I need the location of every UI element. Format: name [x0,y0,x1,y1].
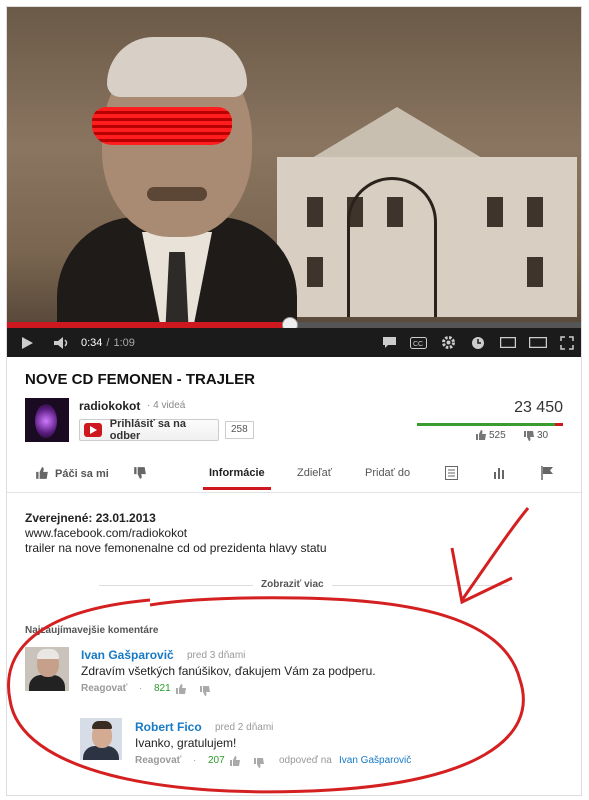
play-icon[interactable] [7,336,47,350]
description-link[interactable]: www.facebook.com/radiokokot [25,526,327,541]
avatar[interactable] [25,647,69,691]
statistics-icon[interactable] [493,466,506,482]
man-with-red-shutter-glasses-image [47,27,307,357]
like-ratio-bar [417,423,563,426]
subscribe-label: Prihlásiť sa na odber [109,418,186,442]
published-date: Zverejnené: 23.01.2013 [25,511,156,525]
channel-name[interactable]: radiokokot [79,399,140,413]
iron-gate-image [347,177,437,317]
video-title: NOVE CD FEMONEN - TRAJLER [25,371,256,388]
comment-time[interactable]: pred 2 dňami [215,722,273,733]
tab-add-to[interactable]: Pridať do [365,467,410,479]
in-reply-to-link[interactable]: Ivan Gašparovič [339,755,411,766]
in-reply-prefix: odpoveď na [279,755,332,766]
captions-icon[interactable]: CC [403,336,433,349]
comment-author[interactable]: Ivan Gašparovič [81,648,174,662]
settings-gear-icon[interactable] [433,335,463,350]
dislike-count: 30 [537,430,549,441]
comment-like-count: 821 [154,683,171,694]
time-separator: / [106,336,110,349]
dot-separator: · [139,683,143,694]
comment-author[interactable]: Robert Fico [135,720,202,734]
youtube-watch-page: 0:34 / 1:09 CC NOVE CD FEMONEN - TRAJLER… [6,6,582,796]
reply-button[interactable]: Reagovať [135,755,181,766]
thumbs-down-small-icon [523,429,535,447]
dot-separator: · [193,755,197,766]
comment-like-icon[interactable] [175,682,187,700]
video-description: Zverejnené: 23.01.2013 www.facebook.com/… [25,511,327,556]
transcript-icon[interactable] [445,466,458,483]
svg-text:CC: CC [413,341,423,348]
red-shutter-glasses [92,107,232,145]
subscriber-count: 258 [225,421,254,439]
comments-header: Najzaujímavejšie komentáre [25,625,159,636]
comment-time[interactable]: pred 3 dňami [187,650,245,661]
tab-share[interactable]: Zdieľať [297,467,332,479]
annotations-icon[interactable] [375,336,403,349]
thumbs-up-small-icon [475,428,487,446]
like-button[interactable]: Páči sa mi [55,468,109,480]
comment-dislike-icon[interactable] [253,756,265,774]
comment-text: Zdravím všetkých fanúšikov, ďakujem Vám … [81,664,376,678]
comment-like-icon[interactable] [229,754,241,772]
comment-like-count: 207 [208,755,225,766]
youtube-logo-icon [84,423,102,437]
duration: 1:09 [113,336,135,349]
like-thumb-icon[interactable] [35,466,49,483]
current-time: 0:34 [81,336,103,349]
volume-icon[interactable] [47,336,77,350]
report-flag-icon[interactable] [541,466,554,483]
channel-avatar[interactable] [25,398,69,442]
show-more-button[interactable]: Zobraziť viac [253,579,332,590]
dislike-ratio-fill [555,423,563,426]
view-count: 23 450 [514,399,563,416]
player-controls: 0:34 / 1:09 CC [7,328,581,357]
channel-video-count[interactable]: · 4 videá [147,400,185,411]
reply-button[interactable]: Reagovať [81,683,127,694]
like-count: 525 [489,430,506,441]
comment-text: Ivanko, gratulujem! [135,736,237,750]
small-player-icon[interactable] [493,337,523,348]
comment-dislike-icon[interactable] [199,684,211,702]
tab-information[interactable]: Informácie [203,467,271,490]
fullscreen-icon[interactable] [553,335,581,350]
action-tabs: Páči sa mi Informácie Zdieľať Pridať do [7,459,581,493]
description-text: trailer na nove femonenalne cd od prezid… [25,541,327,555]
video-player[interactable]: 0:34 / 1:09 CC [7,7,581,357]
theater-mode-icon[interactable] [523,337,553,348]
avatar[interactable] [80,718,122,760]
watch-later-icon[interactable] [463,336,493,350]
dislike-thumb-icon[interactable] [133,466,147,483]
subscribe-button[interactable]: Prihlásiť sa na odber [79,418,219,442]
